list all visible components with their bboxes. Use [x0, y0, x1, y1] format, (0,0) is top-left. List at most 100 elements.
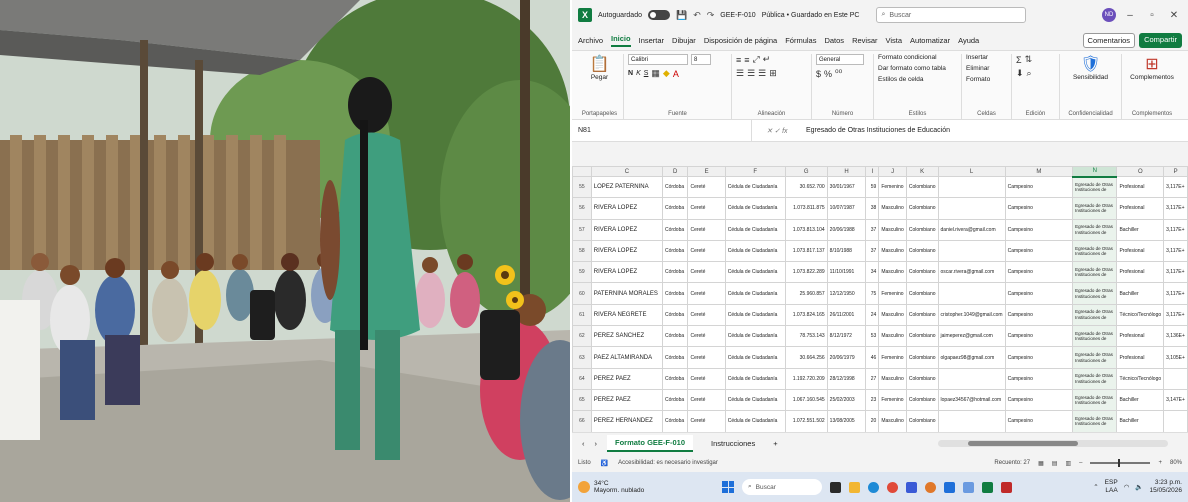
- tab-formulas[interactable]: Fórmulas: [785, 36, 816, 45]
- column-header-o[interactable]: O: [1116, 166, 1165, 177]
- cell-mun[interactable]: Cereté: [687, 303, 726, 327]
- cell-mun[interactable]: Cereté: [687, 197, 726, 220]
- cell-name[interactable]: RIVERA LOPEZ: [590, 239, 663, 263]
- cell-email[interactable]: [937, 282, 1006, 305]
- cell-zone[interactable]: Campesino: [1004, 367, 1074, 390]
- cell-age[interactable]: 59: [865, 175, 880, 199]
- percent-button[interactable]: %: [824, 69, 832, 79]
- cell-email[interactable]: olgapaez98@gmail.com: [937, 346, 1006, 369]
- cell-level[interactable]: Profesional: [1116, 239, 1165, 263]
- minimize-icon[interactable]: –: [1122, 10, 1138, 21]
- accessibility-status[interactable]: Accesibilidad: es necesario investigar: [618, 460, 718, 466]
- cell-id[interactable]: 1.072.551.502: [784, 410, 828, 432]
- number-format-select[interactable]: General: [816, 54, 864, 65]
- align-left-icon[interactable]: ☰: [736, 68, 744, 79]
- paste-icon[interactable]: 📋: [580, 54, 619, 74]
- column-header-h[interactable]: H: [826, 166, 867, 177]
- cell-age[interactable]: 53: [865, 325, 880, 348]
- cell-dob[interactable]: 10/07/1987: [826, 197, 867, 220]
- column-header-n[interactable]: N: [1072, 166, 1118, 178]
- cell-nat[interactable]: Colombiano: [905, 410, 939, 432]
- cell-doc[interactable]: Cédula de Ciudadanía: [724, 367, 786, 390]
- cell-name[interactable]: RIVERA LOPEZ: [590, 261, 663, 284]
- corner-cell[interactable]: [572, 166, 592, 177]
- acrobat-icon[interactable]: [1001, 481, 1012, 493]
- cell-id[interactable]: 1.073.811.875: [784, 197, 828, 220]
- cell-sex[interactable]: Femenino: [878, 346, 907, 369]
- cell-sex[interactable]: Masculino: [878, 410, 907, 432]
- cell-doc[interactable]: Cédula de Ciudadanía: [724, 261, 786, 284]
- tab-datos[interactable]: Datos: [824, 36, 844, 45]
- cell-p[interactable]: 3,105E+: [1163, 346, 1188, 369]
- cell-level[interactable]: Bachiller: [1116, 282, 1165, 305]
- zoom-slider[interactable]: [1090, 459, 1151, 467]
- cell-sex[interactable]: Masculino: [878, 197, 907, 220]
- cell-sex[interactable]: Femenino: [878, 388, 907, 412]
- cell-sex[interactable]: Masculino: [878, 325, 907, 348]
- cell-zone[interactable]: Campesino: [1004, 325, 1074, 348]
- wrap-text-icon[interactable]: ↵: [763, 54, 771, 65]
- cell-dob[interactable]: 20/06/1988: [826, 218, 867, 241]
- comma-style-icon[interactable]: ⁰⁰: [835, 68, 842, 79]
- cell-edu[interactable]: Egresado de Otras Instituciones de: [1072, 325, 1118, 348]
- page-layout-icon[interactable]: ▤: [1052, 460, 1058, 467]
- cell-email[interactable]: [937, 197, 1006, 220]
- row-number[interactable]: 63: [572, 346, 592, 369]
- cell-mun[interactable]: Cereté: [687, 239, 726, 263]
- cell-id[interactable]: 30.664.256: [784, 346, 828, 369]
- cell-dep[interactable]: Córdoba: [661, 175, 689, 199]
- tab-archivo[interactable]: Archivo: [578, 36, 603, 45]
- cell-mun[interactable]: Cereté: [687, 388, 726, 412]
- horizontal-scrollbar[interactable]: [938, 440, 1168, 447]
- font-name-select[interactable]: Calibri: [628, 54, 688, 65]
- file-explorer-icon[interactable]: [849, 481, 860, 493]
- file-visibility[interactable]: Pública • Guardado en Este PC: [762, 12, 860, 19]
- cell-level[interactable]: Profesional: [1116, 261, 1165, 284]
- app-icon-blue[interactable]: [963, 481, 974, 493]
- sheet-prev-icon[interactable]: ‹: [582, 439, 585, 448]
- tab-revisar[interactable]: Revisar: [852, 36, 877, 45]
- cell-dob[interactable]: 11/10/1991: [826, 261, 867, 284]
- cell-sex[interactable]: Masculino: [878, 303, 907, 327]
- cell-p[interactable]: 3,136E+: [1163, 325, 1188, 348]
- align-top-icon[interactable]: ≡: [736, 55, 741, 65]
- cell-dep[interactable]: Córdoba: [661, 325, 689, 348]
- cell-zone[interactable]: Campesino: [1004, 410, 1074, 432]
- cell-p[interactable]: 3,117E+: [1163, 261, 1188, 284]
- cell-level[interactable]: Técnico/Tecnólogo: [1116, 303, 1165, 327]
- cell-p[interactable]: 3,147E+: [1163, 388, 1188, 412]
- fx-icon[interactable]: ✕ ✓ fx: [752, 127, 802, 135]
- normal-view-icon[interactable]: ▦: [1038, 460, 1044, 467]
- chrome-icon[interactable]: [887, 481, 898, 493]
- cell-level[interactable]: Profesional: [1116, 197, 1165, 220]
- merge-icon[interactable]: ⊞: [769, 68, 777, 79]
- cell-id[interactable]: 1.073.824.165: [784, 303, 828, 327]
- cell-email[interactable]: daniel.rivera@gmail.com: [937, 218, 1006, 241]
- tab-dibujar[interactable]: Dibujar: [672, 36, 696, 45]
- cell-dob[interactable]: 28/12/1998: [826, 367, 867, 390]
- cell-p[interactable]: 3,117E+: [1163, 303, 1188, 327]
- cell-id[interactable]: 78.753.143: [784, 325, 828, 348]
- tab-insertar[interactable]: Insertar: [639, 36, 664, 45]
- column-header-g[interactable]: G: [784, 166, 828, 177]
- cell-p[interactable]: 3,117E+: [1163, 175, 1188, 199]
- row-number[interactable]: 62: [572, 325, 592, 348]
- cell-edu[interactable]: Egresado de Otras Instituciones de: [1072, 303, 1118, 327]
- cell-email[interactable]: lopaez34567@hotmail.com: [937, 388, 1006, 412]
- column-header-j[interactable]: J: [878, 166, 907, 177]
- cells-table[interactable]: CDEFGHIJKLMNOP 55 LOPEZ PATERNINA Córdoba C…: [572, 166, 1188, 432]
- row-number[interactable]: 61: [572, 303, 592, 327]
- row-number[interactable]: 55: [572, 175, 592, 199]
- cell-sex[interactable]: Femenino: [878, 282, 907, 305]
- font-size-select[interactable]: 8: [691, 54, 711, 65]
- language-indicator[interactable]: ESP: [1105, 479, 1118, 487]
- column-header-l[interactable]: L: [937, 166, 1006, 177]
- cell-nat[interactable]: Colombiano: [905, 303, 939, 327]
- cell-edu[interactable]: Egresado de Otras Instituciones de: [1072, 367, 1118, 390]
- cell-email[interactable]: [937, 410, 1006, 432]
- taskbar-search[interactable]: ⌕ Buscar: [742, 479, 822, 495]
- share-button[interactable]: Compartir: [1139, 32, 1182, 48]
- cell-mun[interactable]: Cereté: [687, 218, 726, 241]
- cell-dep[interactable]: Córdoba: [661, 218, 689, 241]
- tray-chevron-icon[interactable]: ⌃: [1093, 483, 1098, 491]
